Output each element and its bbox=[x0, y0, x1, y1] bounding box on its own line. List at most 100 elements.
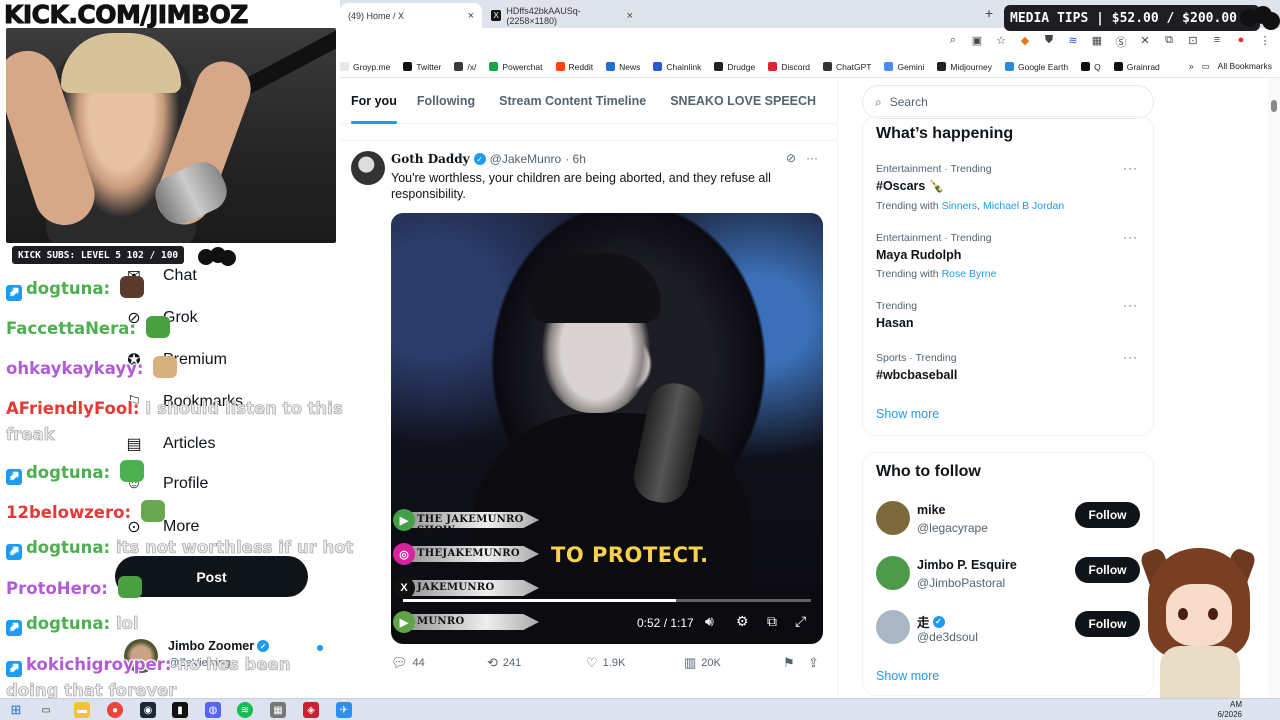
trend-link[interactable]: Michael B Jordan bbox=[983, 200, 1064, 212]
more-icon[interactable]: ··· bbox=[1123, 161, 1138, 175]
file-explorer-icon[interactable]: ▬ bbox=[74, 702, 90, 718]
discord-icon[interactable]: ◍ bbox=[205, 702, 221, 718]
extension-monc-icon[interactable]: ▦ bbox=[1090, 34, 1104, 50]
video-progress-bar[interactable] bbox=[403, 599, 811, 602]
follow-suggestion[interactable]: mike @legacyrape Follow bbox=[876, 501, 1146, 541]
close-icon[interactable]: × bbox=[468, 10, 474, 22]
close-icon[interactable]: × bbox=[627, 10, 633, 22]
follow-button[interactable]: Follow bbox=[1075, 502, 1140, 528]
spotify-icon[interactable]: ≋ bbox=[237, 702, 253, 718]
chat-username[interactable]: AFriendlyFool bbox=[6, 399, 133, 418]
settings-icon[interactable]: ⚙ bbox=[736, 613, 749, 630]
terminal-icon[interactable]: ▮ bbox=[172, 702, 188, 718]
bookmark-item[interactable]: Powerchat bbox=[489, 62, 543, 72]
avatar[interactable] bbox=[876, 610, 910, 644]
follow-suggestion[interactable]: Jimbo P. Esquire @JimboPastoral Follow bbox=[876, 556, 1146, 596]
scrollbar-thumb[interactable] bbox=[1271, 100, 1277, 112]
bookmark-item[interactable]: Reddit bbox=[555, 62, 593, 72]
show-more-link[interactable]: Show more bbox=[876, 407, 939, 421]
extension-s-icon[interactable]: Ⓢ bbox=[1114, 34, 1128, 50]
bookmark-item[interactable]: Twitter bbox=[403, 62, 441, 72]
fullscreen-icon[interactable]: ⤢ bbox=[795, 613, 806, 630]
chat-username[interactable]: dogtuna bbox=[26, 463, 103, 482]
bookmark-item[interactable]: Midjourney bbox=[937, 62, 992, 72]
chat-username[interactable]: dogtuna bbox=[26, 614, 103, 633]
task-view-icon[interactable]: ▭ bbox=[38, 702, 54, 718]
bookmark-item[interactable]: Groyp.me bbox=[340, 62, 390, 72]
playlist-icon[interactable]: ≡ bbox=[1210, 34, 1224, 50]
chat-username[interactable]: dogtuna bbox=[26, 538, 103, 557]
tab-for-you[interactable]: For you bbox=[351, 78, 397, 124]
post-video[interactable]: ▶ THE JAKEMUNRO SHOW ◎ THEJAKEMUNRO X JAKEM… bbox=[391, 213, 823, 644]
windows-start-icon[interactable]: ⊞ bbox=[8, 702, 24, 718]
app-icon[interactable]: ▦ bbox=[270, 702, 286, 718]
extension-x-icon[interactable]: ✕ bbox=[1138, 34, 1152, 50]
screenshot-icon[interactable]: ▣ bbox=[970, 34, 984, 50]
zoom-icon[interactable]: ⌕ bbox=[946, 34, 960, 50]
star-icon[interactable]: ☆ bbox=[994, 34, 1008, 50]
bookmark-item[interactable]: Gemini bbox=[884, 62, 924, 72]
follow-suggestion[interactable]: 走 ✓ @de3dsoul Follow bbox=[876, 610, 1146, 650]
avatar[interactable] bbox=[876, 556, 910, 590]
bookmark-item[interactable]: News bbox=[606, 62, 640, 72]
trend-item[interactable]: Sports · Trending #wbcbaseball ··· bbox=[876, 350, 1146, 382]
views-button[interactable]: ▥ 20K bbox=[684, 655, 721, 671]
show-more-link[interactable]: Show more bbox=[876, 669, 939, 683]
more-icon[interactable]: ··· bbox=[1123, 230, 1138, 244]
tab-sneako-love-speech[interactable]: SNEAKO LOVE SPEECH bbox=[670, 78, 816, 124]
grok-icon[interactable]: ⊘ bbox=[786, 151, 796, 165]
obs-icon[interactable]: ◈ bbox=[303, 702, 319, 718]
trend-item[interactable]: Entertainment · Trending Maya Rudolph Tr… bbox=[876, 230, 1146, 280]
avatar[interactable] bbox=[876, 501, 910, 535]
extensions-icon[interactable]: ⧉ bbox=[1162, 34, 1176, 50]
tab-image[interactable]: X HDffs42bkAAUSq- (2258×1180) × bbox=[483, 3, 641, 28]
steam-icon[interactable]: ◉ bbox=[140, 702, 156, 718]
share-button[interactable]: ⇪ bbox=[808, 655, 819, 671]
repost-button[interactable]: ⟲ 241 bbox=[487, 655, 521, 671]
post-author-avatar[interactable] bbox=[351, 151, 385, 185]
bookmark-item[interactable]: Google Earth bbox=[1004, 62, 1068, 72]
messenger-icon[interactable]: ✈ bbox=[336, 702, 352, 718]
trend-link[interactable]: Sinners bbox=[942, 200, 978, 212]
bookmark-item[interactable]: Drudge bbox=[714, 62, 755, 72]
extension-fox-icon[interactable]: ◆ bbox=[1018, 34, 1032, 50]
volume-icon[interactable]: 🔊︎ bbox=[705, 613, 714, 630]
address-bar[interactable]: ⌕ ▣ ☆ ◆ ⛊ ≋ ▦ Ⓢ ✕ ⧉ ⊡ ≡ ● ⋮ bbox=[340, 28, 1280, 56]
reply-button[interactable]: 💬︎ 44 bbox=[391, 655, 425, 671]
bookmark-item[interactable]: Chainlink bbox=[653, 62, 701, 72]
chat-username[interactable]: ohkaykaykayy bbox=[6, 359, 137, 378]
like-button[interactable]: ♡ 1.9K bbox=[586, 655, 625, 671]
chat-username[interactable]: dogtuna bbox=[26, 279, 103, 298]
chevron-icon[interactable]: » bbox=[1189, 61, 1194, 72]
chrome-icon[interactable]: ● bbox=[107, 702, 123, 718]
new-tab-icon[interactable]: + bbox=[985, 5, 993, 21]
page-scrollbar[interactable] bbox=[1268, 78, 1280, 698]
tab-stream-content-timeline[interactable]: Stream Content Timeline bbox=[499, 78, 646, 124]
extension-shield-icon[interactable]: ⛊ bbox=[1042, 34, 1056, 50]
more-icon[interactable]: ··· bbox=[1123, 350, 1138, 364]
chat-username[interactable]: 12belowzero bbox=[6, 503, 124, 522]
devices-icon[interactable]: ⊡ bbox=[1186, 34, 1200, 50]
bookmark-item[interactable]: ChatGPT bbox=[823, 62, 871, 72]
chat-username[interactable]: kokichigroyper bbox=[26, 655, 165, 674]
chat-username[interactable]: ProtoHero bbox=[6, 579, 101, 598]
chat-username[interactable]: FaccettaNera bbox=[6, 319, 129, 338]
trend-item[interactable]: Entertainment · Trending #Oscars 🍾 Trend… bbox=[876, 161, 1146, 212]
more-icon[interactable]: ··· bbox=[1123, 298, 1138, 312]
follow-button[interactable]: Follow bbox=[1075, 557, 1140, 583]
all-bookmarks[interactable]: » ▭ All Bookmarks bbox=[1189, 61, 1272, 72]
post-button[interactable]: Post bbox=[115, 556, 308, 597]
bookmark-item[interactable]: /x/ bbox=[454, 62, 476, 72]
extension-wave-icon[interactable]: ≋ bbox=[1066, 34, 1080, 50]
bookmark-button[interactable]: ⚑ bbox=[783, 655, 795, 671]
bookmark-item[interactable]: Q bbox=[1081, 62, 1101, 72]
post-time[interactable]: · 6h bbox=[565, 152, 586, 166]
menu-icon[interactable]: ⋮ bbox=[1258, 34, 1272, 50]
trend-item[interactable]: Trending Hasan ··· bbox=[876, 298, 1146, 330]
post-author-handle[interactable]: @JakeMunro bbox=[490, 152, 562, 166]
follow-button[interactable]: Follow bbox=[1075, 611, 1140, 637]
bookmark-item[interactable]: Grainrad bbox=[1113, 62, 1160, 72]
search-input[interactable]: ⌕ Search bbox=[862, 85, 1154, 119]
tab-x-home[interactable]: (49) Home / X × bbox=[340, 3, 482, 28]
bookmark-item[interactable]: Discord bbox=[768, 62, 810, 72]
